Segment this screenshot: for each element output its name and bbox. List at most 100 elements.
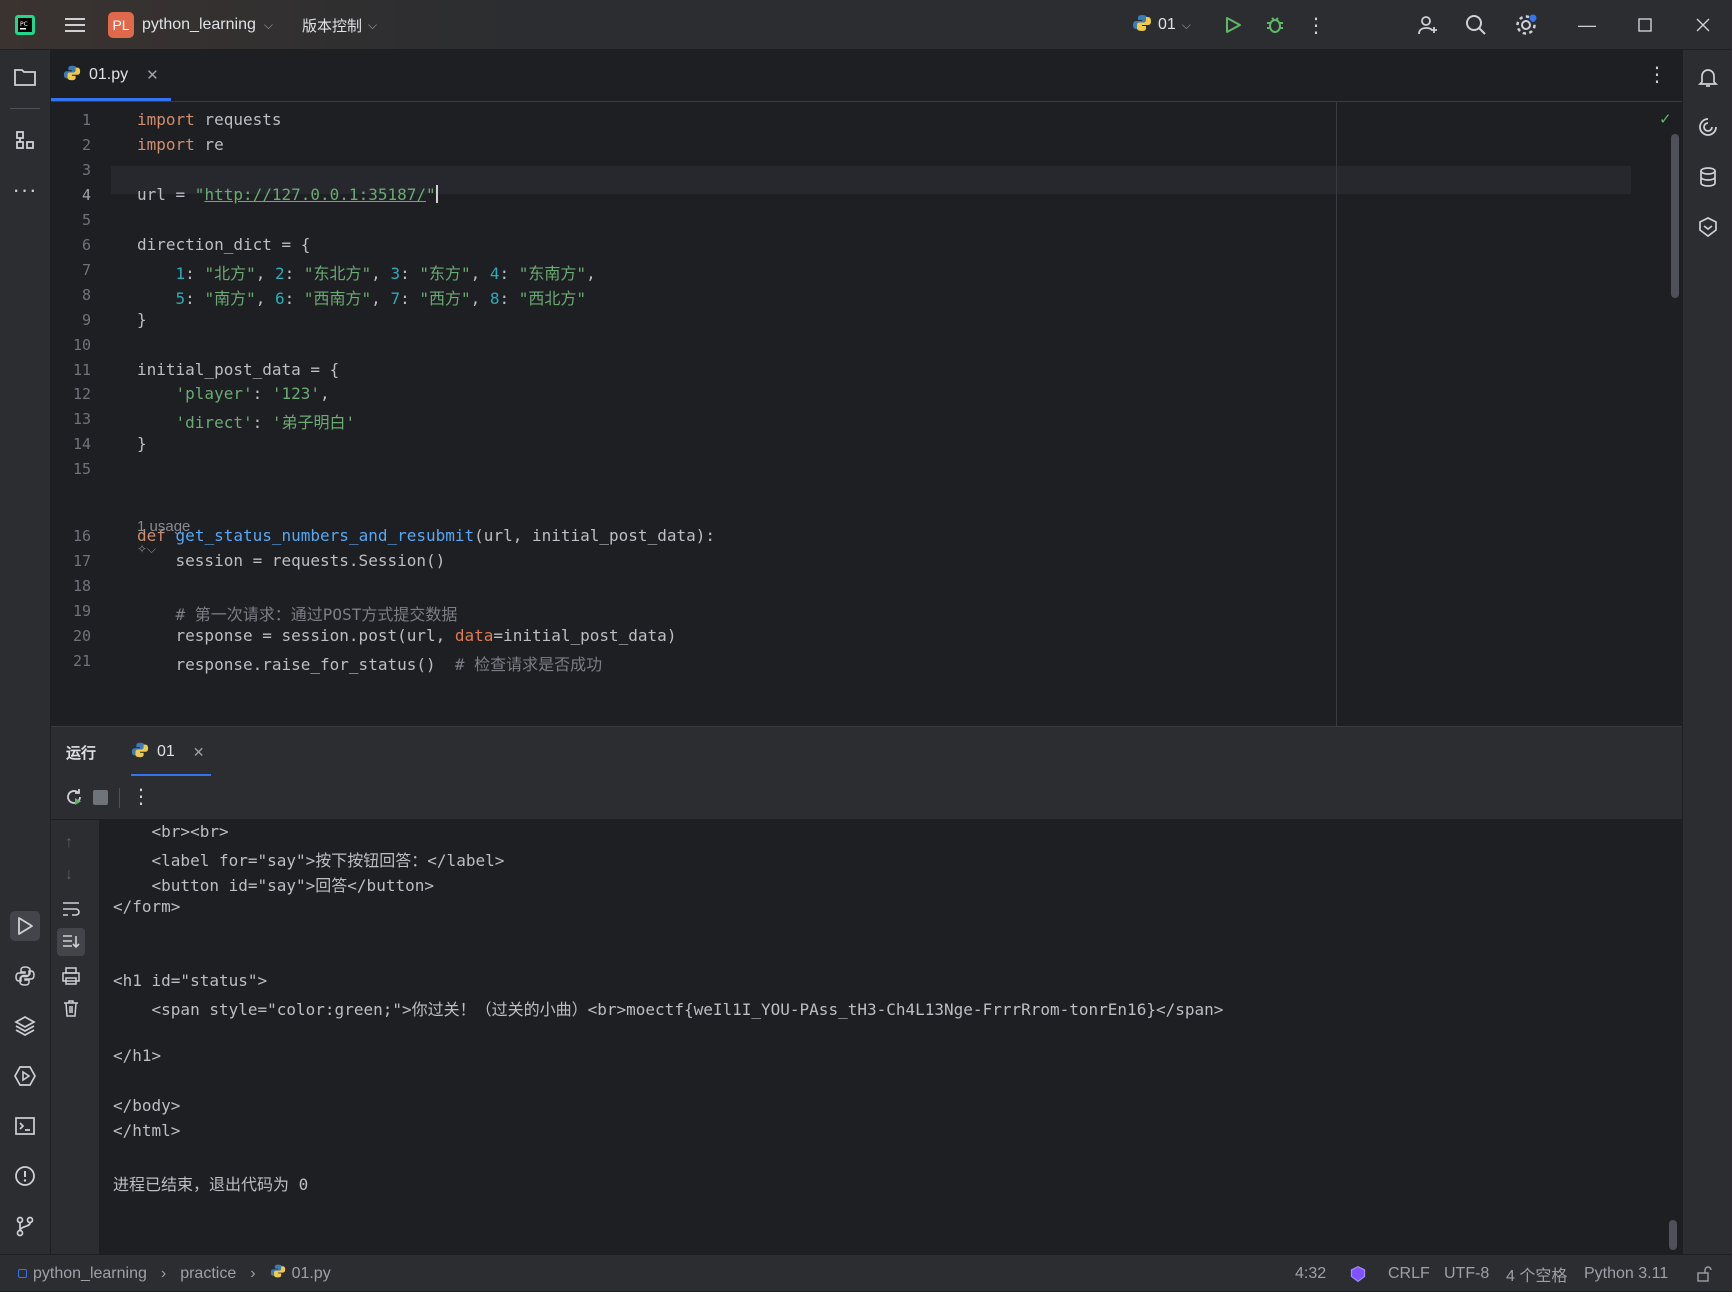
chevron-down-icon: ⌵ <box>1181 17 1191 32</box>
editor-tab-bar: 01.py ✕ ⋮ <box>51 50 1682 102</box>
tab-options-icon[interactable]: ⋮ <box>1647 62 1667 87</box>
play-icon <box>1226 17 1241 33</box>
code-line: } <box>137 310 147 329</box>
python-file-icon <box>63 64 81 87</box>
run-toolbar: ⋮ <box>51 776 1682 820</box>
down-arrow-icon[interactable]: ↓ <box>65 866 73 884</box>
code-line: 1: "北方", 2: "东北方", 3: "东方", 4: "东南方", <box>175 264 596 283</box>
console-line: 进程已结束，退出代码为 0 <box>113 1174 309 1194</box>
python-interpreter[interactable]: Python 3.11 <box>1584 1255 1668 1292</box>
line-number: 17 <box>72 552 91 570</box>
terminal-icon[interactable] <box>10 1111 40 1141</box>
caret-position[interactable]: 4:32 <box>1295 1255 1326 1292</box>
notifications-bell-icon[interactable] <box>1693 62 1723 92</box>
python-console-icon[interactable] <box>10 961 40 991</box>
editor-tab-01py[interactable]: 01.py ✕ <box>63 50 159 100</box>
console-line: <button id="say">回答</button> <box>113 875 434 895</box>
code-line: def get_status_numbers_and_resubmit(url,… <box>137 526 715 545</box>
close-tab-icon[interactable]: ✕ <box>146 66 159 84</box>
code-line: response = session.post(url, data=initia… <box>137 626 677 645</box>
console-line: </body> <box>113 1095 181 1115</box>
print-icon[interactable] <box>61 966 81 991</box>
line-number: 12 <box>72 385 91 403</box>
close-window-icon[interactable] <box>1688 0 1718 50</box>
git-branch-icon[interactable] <box>10 1211 40 1241</box>
run-more-options-icon[interactable]: ⋮ <box>131 784 151 809</box>
services-icon[interactable] <box>10 1061 40 1091</box>
main-menu-icon[interactable] <box>60 0 90 50</box>
project-name: python_learning <box>142 16 256 33</box>
run-tab-label: 01 <box>157 743 175 760</box>
search-icon[interactable] <box>1462 0 1490 50</box>
copilot-status-icon[interactable] <box>1348 1255 1368 1292</box>
debug-button[interactable] <box>1262 0 1288 50</box>
maximize-window-icon[interactable] <box>1630 0 1660 50</box>
line-number: 15 <box>72 460 91 478</box>
rerun-icon[interactable] <box>63 786 85 813</box>
copilot-icon[interactable] <box>1693 212 1723 242</box>
line-number: 19 <box>72 602 91 620</box>
settings-gear-icon[interactable] <box>1512 0 1540 50</box>
title-bar: PC PL python_learning ⌵ 版本控制 ⌵ 01 ⌵ ⋮ — <box>0 0 1732 50</box>
divider <box>10 108 40 109</box>
ai-assistant-icon[interactable] <box>1693 112 1723 142</box>
more-tool-windows-icon[interactable]: ··· <box>10 175 40 205</box>
left-tool-window-bar: ··· <box>0 50 51 1254</box>
run-tab-01[interactable]: 01 ✕ <box>131 727 205 777</box>
code-line: url = "http://127.0.0.1:35187/" <box>137 185 438 204</box>
project-widget[interactable]: PL python_learning ⌵ <box>108 0 273 50</box>
code-line: import requests <box>137 110 282 129</box>
add-user-icon[interactable] <box>1414 0 1442 50</box>
no-problems-check-icon[interactable]: ✓ <box>1659 110 1672 128</box>
layers-icon[interactable] <box>10 1011 40 1041</box>
code-line: import re <box>137 135 224 154</box>
pycharm-logo-icon[interactable]: PC <box>12 0 38 50</box>
line-number: 2 <box>81 136 91 154</box>
breadcrumb-folder[interactable]: practice <box>180 1265 236 1283</box>
code-line: direction_dict = { <box>137 235 311 254</box>
console-scrollbar[interactable] <box>1669 1220 1677 1250</box>
status-bar: python_learning › practice › 01.py 4:32 … <box>0 1254 1732 1291</box>
indent-setting[interactable]: 4 个空格 <box>1506 1255 1567 1292</box>
usage-hint[interactable]: 1 usage <box>137 518 190 535</box>
ai-action-icon[interactable]: ✧⌵ <box>137 542 156 557</box>
run-button[interactable] <box>1220 0 1246 50</box>
right-tool-window-bar <box>1682 50 1732 1254</box>
chevron-right-icon: › <box>250 1264 256 1282</box>
trash-icon[interactable] <box>61 998 81 1023</box>
line-number: 18 <box>72 577 91 595</box>
more-actions-icon[interactable]: ⋮ <box>1306 0 1326 50</box>
project-folder-icon[interactable] <box>10 62 40 92</box>
right-margin-guide <box>1336 102 1337 726</box>
editor-scrollbar[interactable] <box>1671 134 1679 298</box>
line-number: 5 <box>81 211 91 229</box>
lock-icon[interactable] <box>1696 1255 1712 1292</box>
line-number: 1 <box>81 111 91 129</box>
close-run-tab-icon[interactable]: ✕ <box>193 744 205 761</box>
breadcrumb-file[interactable]: 01.py <box>292 1265 331 1283</box>
scroll-to-end-icon[interactable] <box>57 928 85 956</box>
line-number: 21 <box>72 652 91 670</box>
code-editor[interactable]: 1 import requests 2 import re 3 4 url = "http:… <box>51 102 1682 726</box>
run-console-output[interactable]: <br><br> <label for="say">按下按钮回答：</label… <box>99 820 1682 1254</box>
up-arrow-icon[interactable]: ↑ <box>65 834 73 852</box>
minimize-window-icon[interactable]: — <box>1572 0 1602 50</box>
console-line: <h1 id="status"> <box>113 971 268 991</box>
line-separator[interactable]: CRLF <box>1388 1255 1430 1292</box>
line-number: 13 <box>72 410 91 428</box>
code-line: response.raise_for_status() # 检查请求是否成功 <box>137 655 603 674</box>
breadcrumb: python_learning › practice › 01.py <box>18 1255 331 1292</box>
breadcrumb-project[interactable]: python_learning <box>33 1265 147 1283</box>
chevron-down-icon: ⌵ <box>368 17 378 32</box>
line-number: 11 <box>72 361 91 379</box>
soft-wrap-icon[interactable] <box>61 900 81 923</box>
structure-icon[interactable] <box>10 125 40 155</box>
console-line: <span style="color:green;">你过关！（过关的小曲）<b… <box>113 1000 1224 1020</box>
run-config-widget[interactable]: 01 ⌵ <box>1132 0 1191 50</box>
vcs-widget[interactable]: 版本控制 ⌵ <box>302 0 377 50</box>
run-tool-window-icon[interactable] <box>10 911 40 941</box>
file-encoding[interactable]: UTF-8 <box>1444 1255 1489 1292</box>
stop-icon[interactable] <box>93 790 108 805</box>
problems-icon[interactable] <box>10 1161 40 1191</box>
database-icon[interactable] <box>1693 162 1723 192</box>
